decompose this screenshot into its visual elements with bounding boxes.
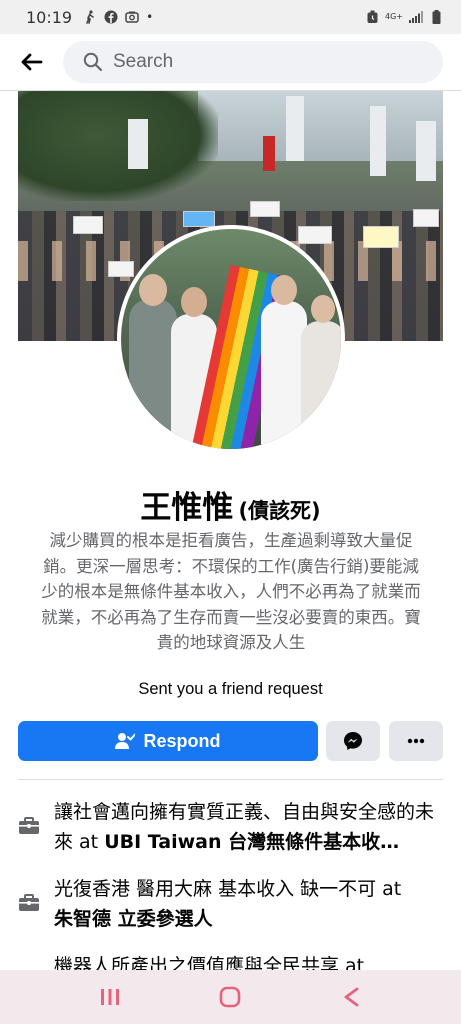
home-button[interactable] — [200, 977, 260, 1017]
back-nav-icon — [344, 987, 359, 1007]
network-label: 4G+ — [385, 12, 403, 21]
profile-alternate-name: (債該死) — [238, 499, 321, 523]
profile-picture[interactable] — [117, 225, 345, 453]
person-check-icon — [115, 733, 136, 749]
home-icon — [220, 986, 241, 1008]
recent-apps-button[interactable] — [80, 977, 140, 1017]
more-options-button[interactable] — [389, 721, 443, 761]
facebook-notif-icon — [104, 10, 118, 24]
friend-request-text: Sent you a friend request — [138, 680, 323, 698]
back-arrow-icon — [21, 53, 43, 71]
signal-icon — [409, 10, 423, 24]
search-placeholder: Search — [113, 51, 174, 72]
message-button[interactable] — [326, 721, 380, 761]
profile-name: 王惟惟 (債該死) — [0, 482, 461, 527]
camera-notif-icon — [125, 10, 139, 24]
search-input[interactable]: Search — [63, 41, 443, 83]
work-item-description: 光復香港 醫用大麻 基本收入 缺一不可 at — [54, 878, 402, 900]
battery-icon — [429, 10, 443, 24]
alarm-icon — [365, 10, 379, 24]
messenger-icon — [344, 732, 362, 750]
work-item: 讓社會邁向擁有實質正義、自由與安全感的未來 at UBI Taiwan 台灣無條… — [18, 797, 443, 857]
status-bar: 10:19 • 4G+ — [0, 0, 461, 34]
work-item: 光復香港 醫用大麻 基本收入 缺一不可 at 朱智德 立委參選人 — [18, 874, 443, 934]
profile-bio: 減少購買的根本是拒看廣告，生產過剩導致大量促銷。更深一層思考：不環保的工作(廣告… — [41, 531, 421, 652]
walk-icon — [83, 10, 97, 24]
respond-button[interactable]: Respond — [18, 721, 318, 761]
status-time: 10:19 — [26, 7, 73, 27]
search-icon — [83, 52, 103, 72]
profile-name-main: 王惟惟 — [140, 490, 234, 526]
section-divider — [18, 779, 443, 780]
more-dots-icon — [407, 738, 425, 744]
back-nav-button[interactable] — [321, 977, 381, 1017]
briefcase-icon — [18, 874, 54, 934]
recent-apps-icon — [101, 989, 120, 1005]
work-item-org-link[interactable]: UBI Taiwan 台灣無條件基本收… — [104, 831, 399, 853]
work-item-org-link[interactable]: 朱智德 立委參選人 — [54, 908, 213, 930]
respond-label: Respond — [143, 730, 221, 751]
top-header: Search — [0, 34, 461, 90]
status-dot: • — [146, 10, 154, 24]
system-nav-bar — [0, 970, 461, 1024]
back-button[interactable] — [0, 34, 64, 90]
briefcase-icon — [18, 797, 54, 857]
